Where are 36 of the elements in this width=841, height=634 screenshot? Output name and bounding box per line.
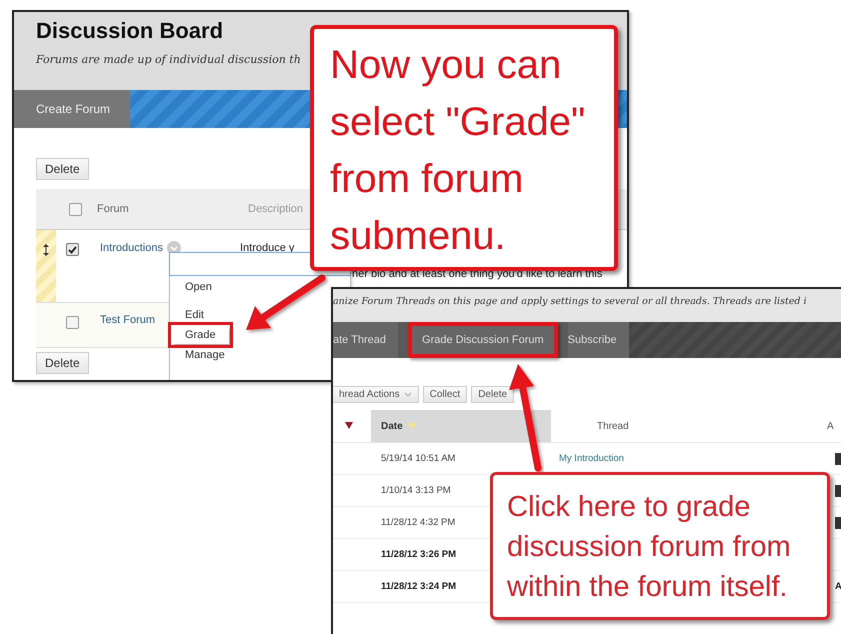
page-subtitle: anize Forum Threads on this page and apply settings to several or all threads. Threads are listed i xyxy=(333,289,841,322)
sort-caret-icon xyxy=(406,423,417,429)
flag-icon xyxy=(345,422,353,430)
delete-button[interactable]: Delete xyxy=(36,158,89,180)
menu-item[interactable]: Edit xyxy=(170,304,219,326)
date-cell-text: 11/28/12 4:32 PM xyxy=(381,517,456,528)
delete-button[interactable]: Delete xyxy=(36,352,89,374)
forum-link[interactable]: Introductions xyxy=(100,242,163,254)
thread-actions-button[interactable]: hread Actions xyxy=(333,386,419,403)
menu-item[interactable]: Open xyxy=(170,276,227,298)
checkbox[interactable] xyxy=(66,316,79,329)
chevron-down-icon xyxy=(404,392,412,398)
callout-text: Now you can select "Grade" from forum submenu. xyxy=(330,42,586,260)
checkbox[interactable] xyxy=(69,202,82,216)
column-header: Forum xyxy=(97,203,130,215)
callout-text: Click here to grade discussion forum from within the forum itself. xyxy=(507,490,792,605)
collect-button[interactable]: Collect xyxy=(422,386,468,403)
checkbox[interactable] xyxy=(66,243,79,256)
toolbar-tab[interactable]: Subscribe xyxy=(568,322,629,358)
forum-link[interactable]: Test Forum xyxy=(100,314,156,326)
menu-item[interactable]: Manage xyxy=(170,344,240,366)
drag-handle[interactable] xyxy=(36,230,56,302)
toolbar-tab[interactable]: ate Thread xyxy=(333,322,398,358)
page-subtitle: Forums are made up of individual discussion th xyxy=(36,53,302,66)
column-header: Description xyxy=(248,203,304,215)
toolbar-tab[interactable]: Grade Discussion Forum xyxy=(408,322,558,358)
date-cell-text: 1/10/14 3:13 PM xyxy=(381,485,452,496)
page-title: Discussion Board xyxy=(36,18,224,44)
thread-link[interactable]: My Introduction xyxy=(559,453,624,464)
column-header[interactable]: Date xyxy=(371,410,551,442)
column-header: Thread xyxy=(596,420,630,432)
column-header: A xyxy=(827,420,834,432)
delete-button[interactable]: Delete xyxy=(471,386,514,403)
create-forum-button[interactable]: Create Forum xyxy=(14,90,130,128)
date-cell-text: 11/28/12 3:26 PM xyxy=(381,549,457,560)
date-cell-text: 5/19/14 10:51 AM xyxy=(381,453,456,464)
